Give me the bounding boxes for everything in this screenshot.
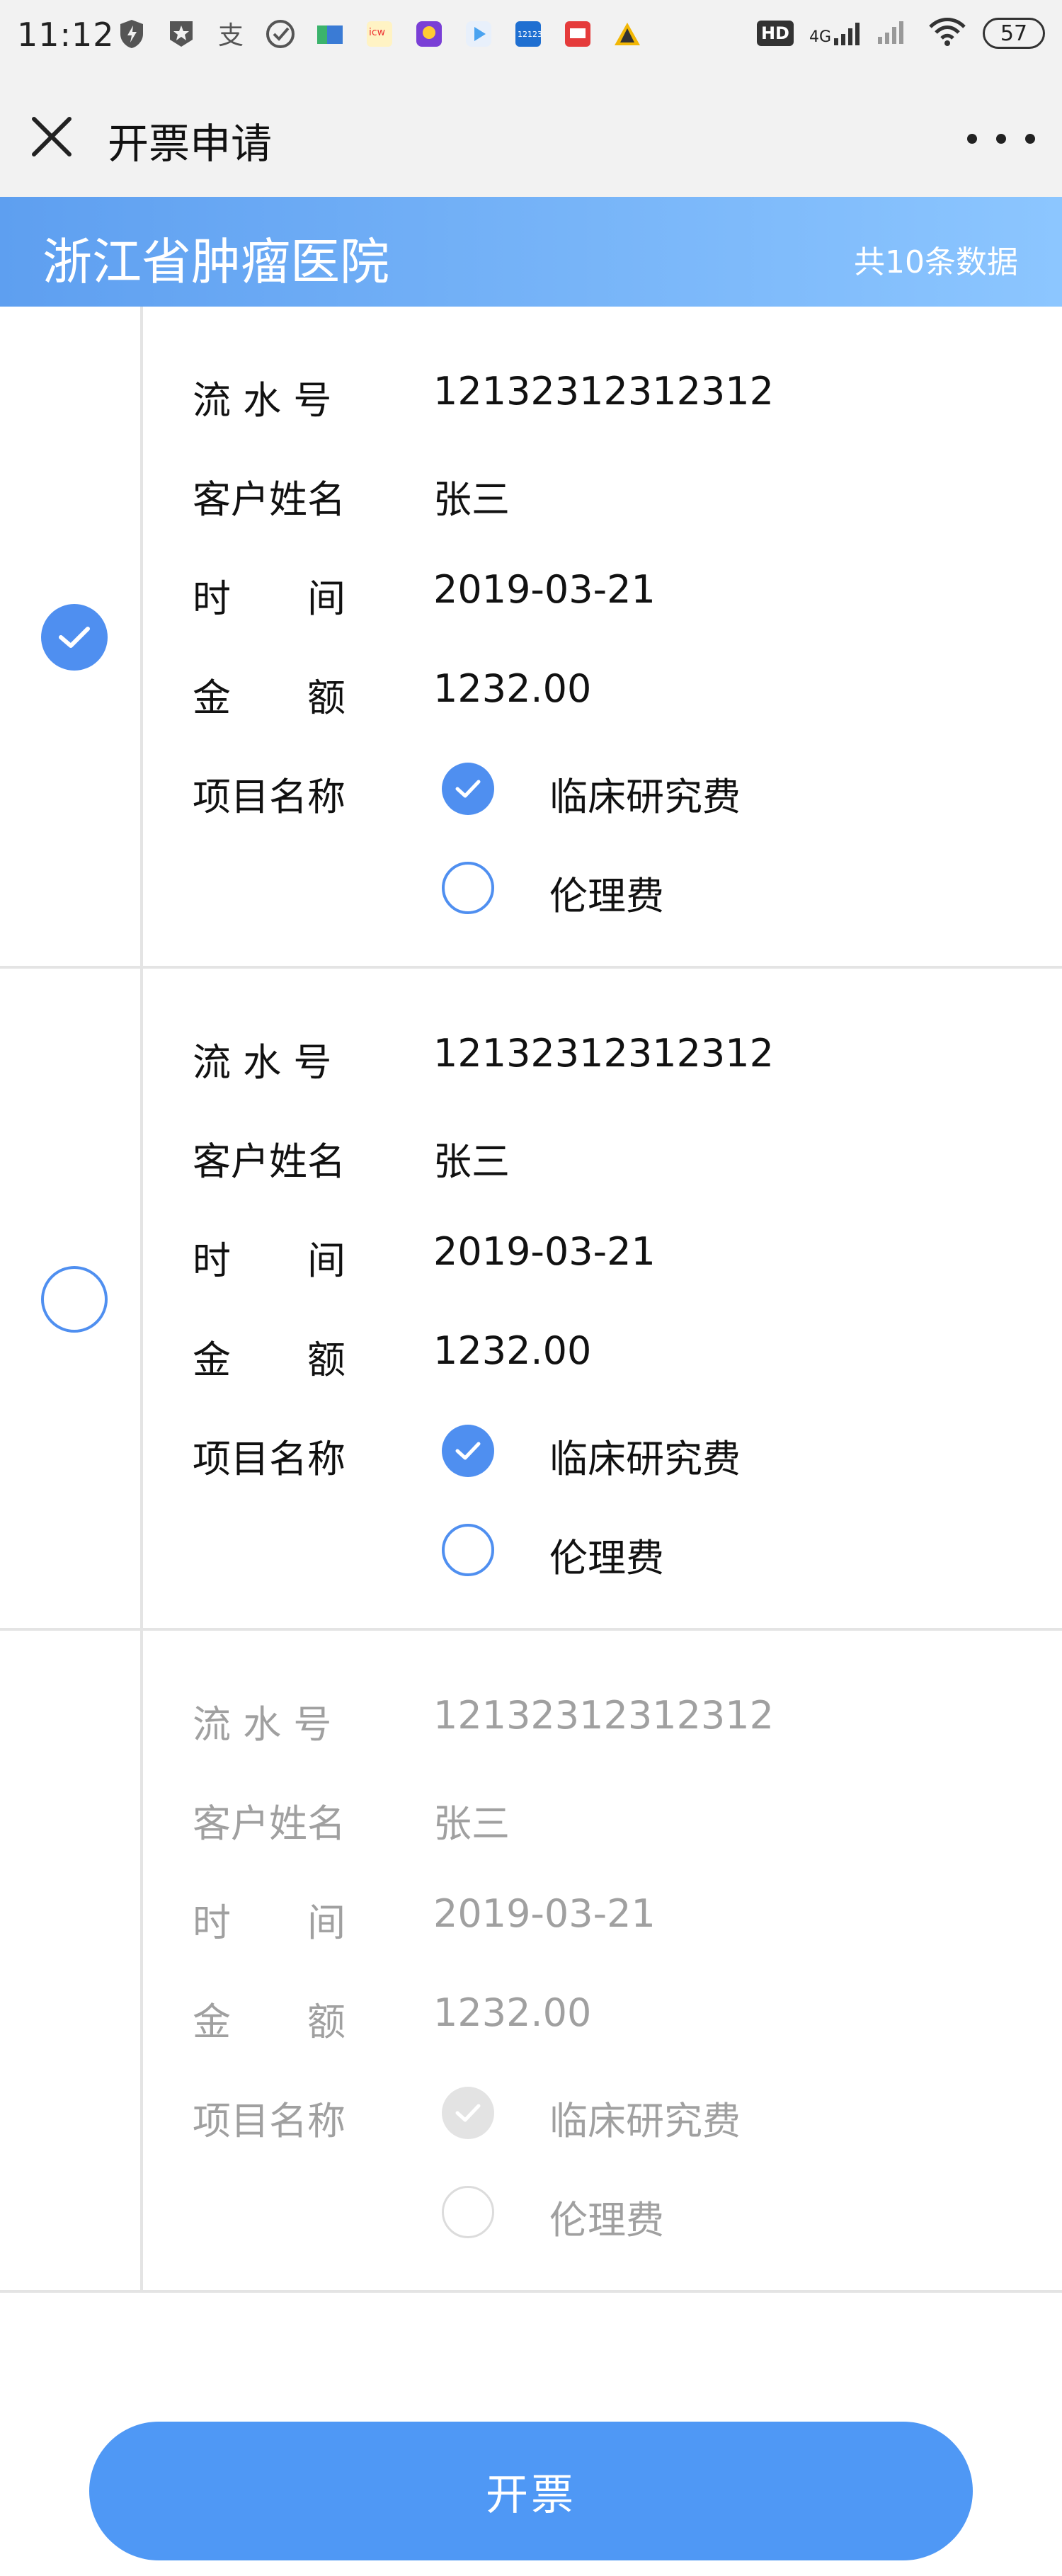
svg-text:支: 支 [218, 21, 244, 50]
item-checkbox-disabled [442, 2186, 494, 2238]
time-label: 时 间 [193, 576, 346, 621]
item-name: 临床研究费 [549, 2099, 741, 2143]
item-label: 项目名称 [193, 1437, 346, 1481]
serial-label: 流 水 号 [193, 378, 332, 423]
amount-value: 1232.00 [433, 666, 592, 711]
record-list: 流 水 号 12132312312312 客户姓名 张三 时 间 2019-03… [0, 307, 1062, 2293]
record-count: 共10条数据 [854, 244, 1018, 280]
amount-value: 1232.00 [433, 1328, 592, 1373]
checkmark-icon [59, 627, 90, 648]
record-select-column [0, 1631, 143, 2290]
alipay-icon: 支 [214, 17, 248, 51]
customer-value: 张三 [433, 1801, 510, 1846]
record-card-disabled: 流 水 号 12132312312312 客户姓名 张三 时 间 2019-03… [0, 1631, 1062, 2293]
record-select-checkbox[interactable] [41, 1266, 108, 1333]
record-select-column [0, 307, 143, 966]
star-badge-icon [164, 17, 198, 51]
serial-label: 流 水 号 [193, 1040, 332, 1085]
checkmark-icon [455, 780, 481, 798]
amount-label: 金 额 [193, 2000, 346, 2044]
serial-value: 12132312312312 [433, 1031, 774, 1076]
record-select-checkbox[interactable] [41, 604, 108, 671]
record-select-column [0, 969, 143, 1628]
customer-label: 客户姓名 [193, 477, 346, 522]
record-card: 流 水 号 12132312312312 客户姓名 张三 时 间 2019-03… [0, 307, 1062, 969]
check-circle-icon [263, 17, 297, 51]
customer-value: 张三 [433, 1139, 510, 1184]
traffic-12123-icon: 12123 [511, 17, 545, 51]
checkmark-icon [455, 1442, 481, 1460]
map-icon [313, 17, 347, 51]
avatar-app-icon [412, 17, 446, 51]
alert-triangle-icon [610, 17, 644, 51]
serial-label: 流 水 号 [193, 1702, 332, 1747]
hd-badge: HD [756, 21, 794, 46]
more-icon[interactable] [967, 118, 1035, 160]
status-app-icons: 支 icw 12123 [115, 17, 644, 51]
amount-label: 金 额 [193, 676, 346, 720]
item-checkbox[interactable] [442, 763, 494, 815]
item-name: 伦理费 [549, 874, 664, 918]
item-label: 项目名称 [193, 2099, 346, 2143]
serial-value: 12132312312312 [433, 1693, 774, 1738]
amount-value: 1232.00 [433, 1990, 592, 2035]
signal-4g-icon: 4G [809, 21, 862, 45]
item-label: 项目名称 [193, 775, 346, 819]
shield-icon [115, 17, 149, 51]
page-title: 开票申请 [108, 120, 273, 168]
status-right: HD 4G 57 [756, 17, 1045, 50]
status-bar: 11:12 支 icw 12123 HD 4G 57 [0, 0, 1062, 72]
issue-invoice-button[interactable]: 开票 [89, 2422, 973, 2560]
item-checkbox[interactable] [442, 1425, 494, 1477]
hospital-banner: 浙江省肿瘤医院 共10条数据 [0, 197, 1062, 307]
item-checkbox-disabled [442, 2087, 494, 2139]
news-app-icon: icw [362, 17, 396, 51]
svg-text:12123: 12123 [518, 30, 542, 39]
amount-label: 金 额 [193, 1338, 346, 1382]
item-name: 伦理费 [549, 1536, 664, 1580]
customer-label: 客户姓名 [193, 1139, 346, 1184]
customer-label: 客户姓名 [193, 1801, 346, 1846]
customer-value: 张三 [433, 477, 510, 522]
time-value: 2019-03-21 [433, 1229, 656, 1274]
svg-text:icw: icw [369, 27, 385, 38]
wifi-icon [927, 17, 967, 50]
battery-indicator: 57 [983, 18, 1045, 49]
item-name: 临床研究费 [549, 775, 741, 819]
nav-bar: 开票申请 [0, 72, 1062, 197]
time-label: 时 间 [193, 1900, 346, 1945]
checkmark-icon [455, 2104, 481, 2122]
time-value: 2019-03-21 [433, 1891, 656, 1936]
network-label: 4G [809, 28, 831, 46]
signal-icon [878, 20, 912, 47]
item-checkbox[interactable] [442, 862, 494, 914]
item-name: 伦理费 [549, 2198, 664, 2242]
video-app-icon [462, 17, 496, 51]
item-checkbox[interactable] [442, 1524, 494, 1576]
hospital-name: 浙江省肿瘤医院 [42, 233, 389, 291]
time-label: 时 间 [193, 1238, 346, 1283]
status-time: 11:12 [17, 16, 115, 54]
record-card: 流 水 号 12132312312312 客户姓名 张三 时 间 2019-03… [0, 969, 1062, 1631]
time-value: 2019-03-21 [433, 567, 656, 612]
mail-app-icon [561, 17, 595, 51]
item-name: 临床研究费 [549, 1437, 741, 1481]
serial-value: 12132312312312 [433, 369, 774, 414]
close-icon[interactable] [27, 112, 76, 161]
